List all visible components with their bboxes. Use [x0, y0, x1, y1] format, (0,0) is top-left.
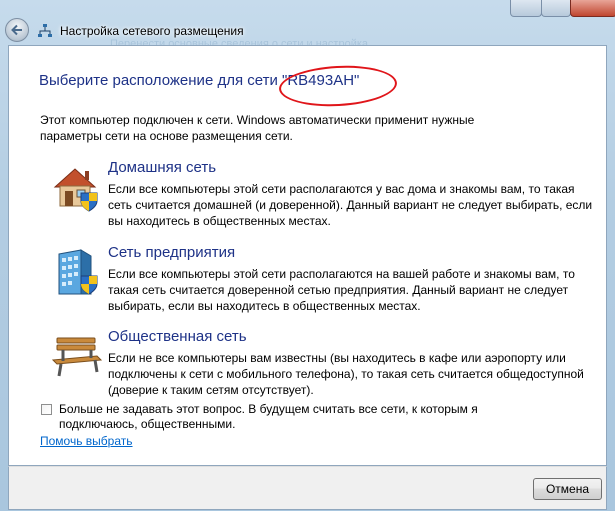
option-work-network[interactable]: Сеть предприятия Если все компьютеры это…: [45, 244, 590, 314]
office-building-icon: [58, 249, 98, 295]
network-icon: [38, 24, 52, 37]
red-annotation-circle: [278, 62, 398, 110]
option-public-description: Если не все компьютеры вам известны (вы …: [108, 351, 584, 397]
title-bar: Настройка сетевого размещения Перенести …: [0, 0, 615, 50]
back-button[interactable]: [5, 18, 29, 42]
option-work-title: Сеть предприятия: [108, 244, 236, 261]
dont-ask-label: Больше не задавать этот вопрос. В будуще…: [59, 402, 478, 431]
option-work-description: Если все компьютеры этой сети располагаю…: [108, 267, 575, 313]
help-me-choose-link[interactable]: Помочь выбрать: [40, 434, 133, 448]
intro-text: Этот компьютер подключен к сети. Windows…: [40, 113, 475, 143]
cancel-button[interactable]: Отмена: [533, 478, 602, 500]
close-button[interactable]: [570, 0, 615, 17]
back-arrow-icon: [11, 24, 22, 36]
page-title-prefix: Выберите расположение для сети: [39, 72, 283, 89]
dialog-footer: Отмена: [8, 466, 607, 510]
caption-buttons: [510, 0, 615, 18]
option-home-network[interactable]: Домашняя сеть Если все компьютеры этой с…: [45, 159, 593, 229]
dialog-content: Выберите расположение для сети "RB493AH"…: [8, 45, 607, 466]
dont-ask-checkbox[interactable]: [41, 404, 52, 415]
park-bench-icon: [51, 337, 103, 377]
option-public-title: Общественная сеть: [108, 328, 247, 345]
home-icon: [53, 168, 98, 212]
maximize-button[interactable]: [541, 0, 571, 17]
option-home-title: Домашняя сеть: [108, 159, 217, 176]
option-public-network[interactable]: Общественная сеть Если не все компьютеры…: [45, 328, 590, 398]
option-home-description: Если все компьютеры этой сети располагаю…: [108, 182, 593, 228]
window-title: Настройка сетевого размещения: [60, 24, 244, 38]
minimize-button[interactable]: [510, 0, 542, 17]
